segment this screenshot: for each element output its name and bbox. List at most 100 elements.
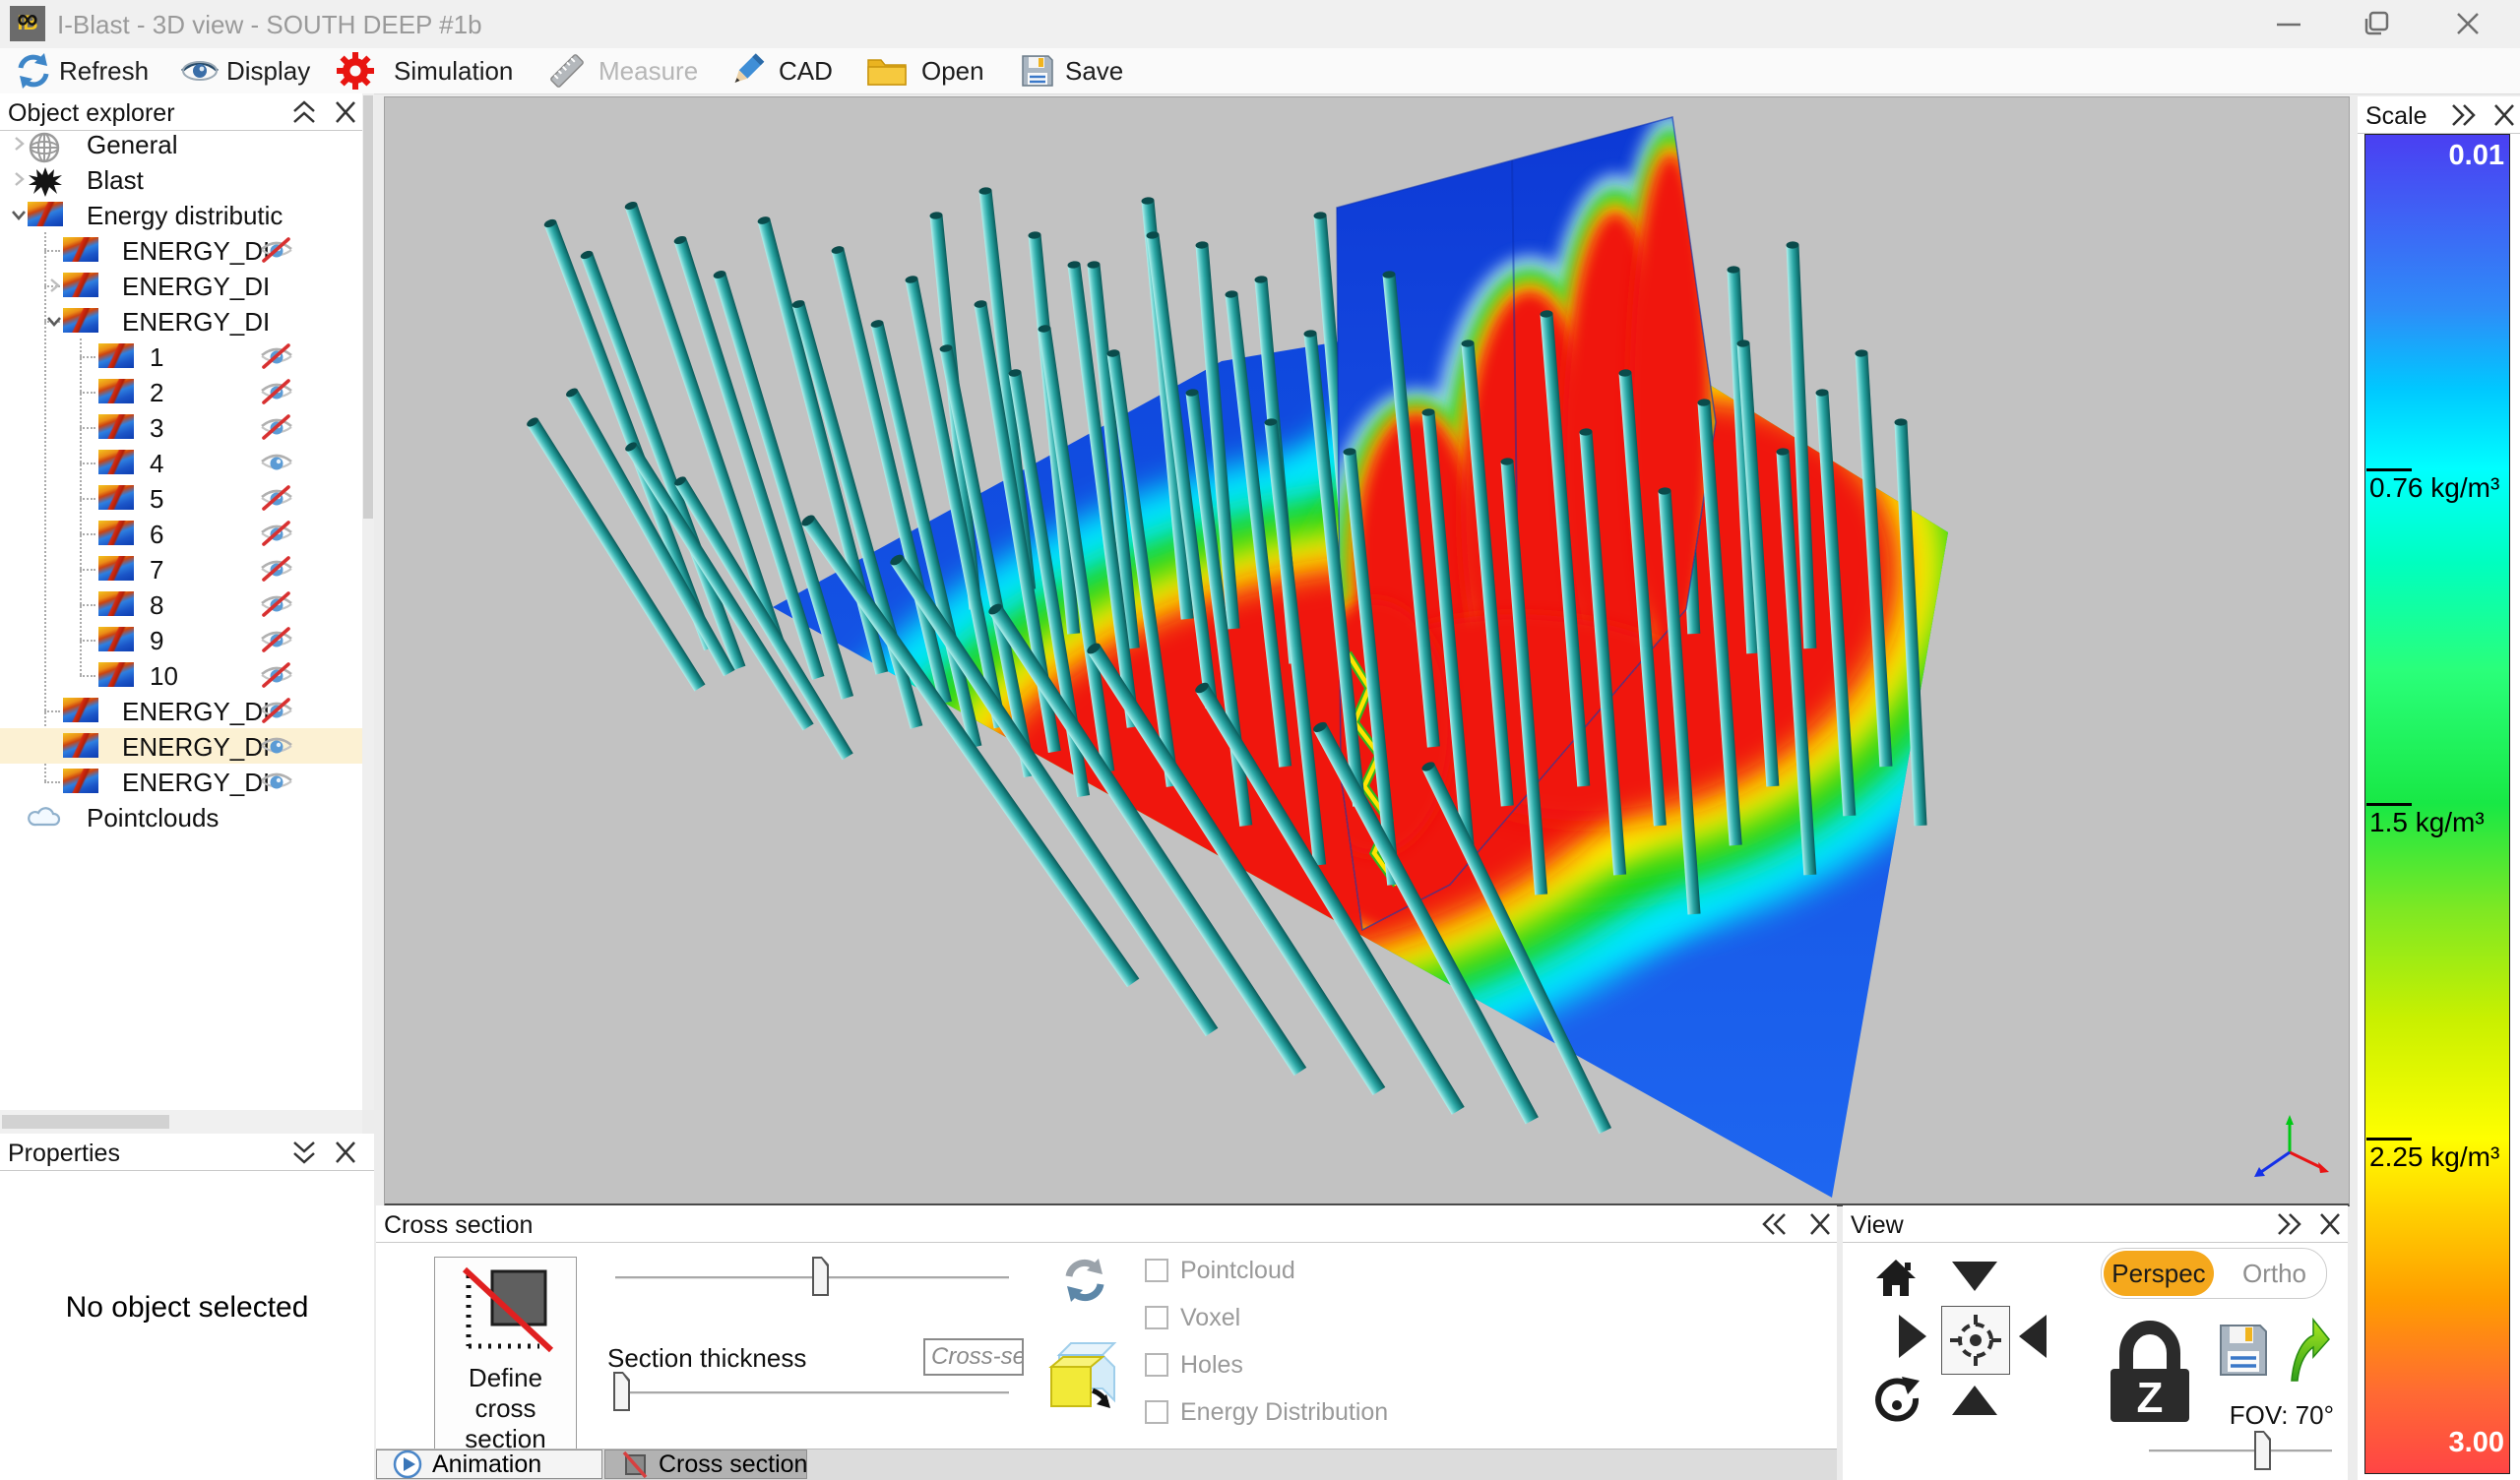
close-panel-icon[interactable] [2315,1210,2345,1238]
ortho-toggle-button[interactable]: Ortho [2228,1251,2321,1296]
eye-visible-icon[interactable] [258,733,295,760]
eye-hidden-icon[interactable] [258,237,295,264]
checkbox-voxel[interactable] [1145,1306,1168,1329]
tree-row-energy-distributic[interactable]: Energy distributic [0,197,362,232]
expand-right-icon[interactable] [2448,101,2478,129]
voxel-icon[interactable] [1041,1341,1120,1418]
chevron-right-icon[interactable] [10,135,28,153]
close-panel-icon[interactable] [1805,1210,1835,1238]
close-panel-icon[interactable] [2489,101,2519,129]
rotate-view-button[interactable] [1868,1375,1922,1433]
up-arrow-button[interactable] [2284,1316,2331,1389]
tree-row-energy-di[interactable]: ENERGY_DI [0,268,362,303]
refresh-cross-section-icon[interactable] [1059,1253,1110,1308]
eye-visible-icon[interactable] [258,450,295,476]
center-view-button[interactable] [1941,1306,2010,1375]
checkbox-pointcloud[interactable] [1145,1259,1168,1282]
tree-item-label: 7 [150,555,163,586]
eye-hidden-icon[interactable] [258,698,295,724]
eye-hidden-icon[interactable] [258,485,295,512]
close-panel-icon[interactable] [331,1139,360,1166]
eye-hidden-icon[interactable] [258,627,295,653]
section-icon [621,1450,649,1478]
heatmap-icon [98,414,134,439]
thickness-slider-thumb[interactable] [613,1372,630,1411]
perspective-toggle-button[interactable]: Perspec [2104,1251,2214,1296]
pan-up-button[interactable] [1951,1385,1998,1421]
chevron-down-icon[interactable] [45,312,63,330]
cross-section-name-input[interactable] [923,1338,1024,1376]
toolbar-item-cad[interactable]: CAD [728,48,833,93]
tab-animation[interactable]: Animation [376,1449,602,1479]
home-view-button[interactable] [1872,1255,1920,1305]
close-button[interactable] [2433,0,2502,47]
tree-row-energy-di[interactable]: ENERGY_DI [0,764,362,799]
tree-row-4[interactable]: 4 [0,445,362,480]
close-icon [2453,9,2483,38]
cross-position-slider-thumb[interactable] [812,1257,829,1296]
restore-button[interactable] [2343,0,2412,47]
cross-section-title: Cross section [384,1211,533,1240]
toolbar-item-open[interactable]: Open [866,48,984,93]
eye-visible-icon[interactable] [258,769,295,795]
toolbar-item-refresh[interactable]: Refresh [14,48,149,93]
tree-row-energy-di[interactable]: ENERGY_DI [0,693,362,728]
chevron-right-icon[interactable] [45,277,63,294]
tab-cross-section[interactable]: Cross section [604,1449,807,1479]
tree-row-energy-di[interactable]: ENERGY_DI [0,303,362,339]
eye-hidden-icon[interactable] [258,662,295,689]
toolbar-item-simulation[interactable]: Simulation [335,48,513,93]
tree-row-general[interactable]: General [0,126,362,161]
collapse-left-icon[interactable] [1759,1210,1789,1238]
close-panel-icon[interactable] [331,98,360,126]
collapse-panel-icon[interactable] [289,98,319,126]
view-header: View [1843,1205,2348,1243]
expand-panel-icon[interactable] [289,1139,319,1166]
fov-slider-thumb[interactable] [2254,1431,2271,1470]
tree-row-8[interactable]: 8 [0,586,362,622]
eye-hidden-icon[interactable] [258,591,295,618]
fov-slider[interactable] [2149,1449,2332,1452]
tree-row-9[interactable]: 9 [0,622,362,657]
tree-row-1[interactable]: 1 [0,339,362,374]
3d-viewport[interactable] [384,96,2350,1206]
explorer-scrollbar-thumb[interactable] [363,95,373,519]
define-cross-section-button[interactable]: Define cross section [434,1257,577,1451]
save-view-button[interactable] [2217,1322,2270,1384]
pan-right-button[interactable] [1898,1314,1927,1364]
scale-tick-mark [2366,468,2412,471]
eye-hidden-icon[interactable] [258,343,295,370]
explorer-hscrollbar-thumb[interactable] [2,1115,169,1129]
tree-row-2[interactable]: 2 [0,374,362,409]
pan-down-button[interactable] [1951,1261,1998,1297]
eye-hidden-icon[interactable] [258,521,295,547]
tree-row-3[interactable]: 3 [0,409,362,445]
checkbox-energy-distribution[interactable] [1145,1400,1168,1424]
tree-row-blast[interactable]: Blast [0,161,362,197]
chevron-down-icon[interactable] [10,206,28,223]
app-icon-squiggle: ∞ [10,2,45,37]
eye-hidden-icon[interactable] [258,556,295,583]
eye-hidden-icon[interactable] [258,414,295,441]
application-window: IB∞ I-Blast - 3D view - SOUTH DEEP #1b R… [0,0,2520,1480]
tree-row-7[interactable]: 7 [0,551,362,586]
minimize-button[interactable] [2254,0,2323,47]
tree-row-5[interactable]: 5 [0,480,362,516]
checkbox-holes[interactable] [1145,1353,1168,1377]
thickness-slider[interactable] [615,1391,1009,1394]
tree-row-6[interactable]: 6 [0,516,362,551]
expand-right-icon[interactable] [2274,1210,2303,1238]
eye-hidden-icon[interactable] [258,379,295,405]
tree-row-energy-di[interactable]: ENERGY_DI [0,728,362,764]
toolbar-item-save[interactable]: Save [1020,48,1123,93]
folder-icon [866,54,908,88]
ruler-icon [547,51,587,91]
toolbar-item-display[interactable]: Display [179,48,310,93]
z-lock-button[interactable]: Z [2105,1316,2195,1431]
chevron-right-icon[interactable] [10,170,28,188]
tree-row-energy-di[interactable]: ENERGY_DI [0,232,362,268]
tree-row-pointclouds[interactable]: Pointclouds [0,799,362,834]
tab-label: Cross section [659,1450,807,1479]
tree-row-10[interactable]: 10 [0,657,362,693]
pan-left-button[interactable] [2018,1314,2048,1364]
